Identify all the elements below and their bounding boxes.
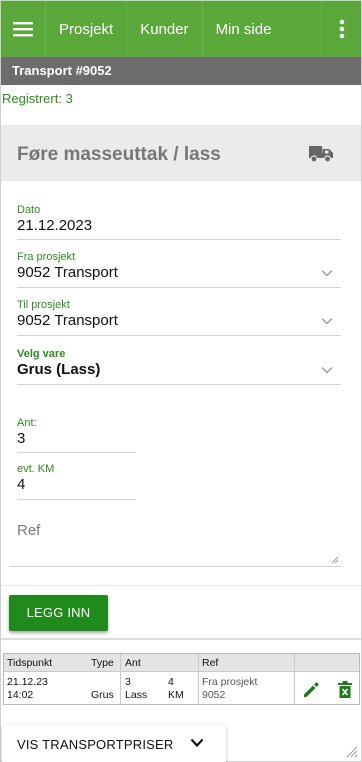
row-km: 4 xyxy=(168,676,174,688)
chevron-down-icon xyxy=(190,738,204,748)
chevron-down-icon xyxy=(321,367,333,374)
nav-item-prosjekt[interactable]: Prosjekt xyxy=(45,1,126,57)
submit-button[interactable]: LEGG INN xyxy=(9,595,108,631)
date-field[interactable]: Dato 21.12.2023 xyxy=(17,204,341,240)
date-label: Dato xyxy=(17,204,41,216)
row-ref-line2: 9052 xyxy=(202,689,226,701)
chevron-down-icon xyxy=(321,270,333,277)
column-divider xyxy=(294,654,295,704)
km-label: evt. KM xyxy=(17,463,55,475)
nav-item-kunder[interactable]: Kunder xyxy=(126,1,201,57)
row-date: 21.12.23 xyxy=(7,676,48,688)
form-divider xyxy=(1,585,361,586)
table-header: Tidspunkt Type Ant Ref xyxy=(4,654,359,672)
row-ref-line1: Fra prosjekt xyxy=(202,676,258,688)
row-km-unit: KM xyxy=(168,689,184,701)
app-frame: Prosjekt Kunder Min side Transport #9052… xyxy=(0,0,362,762)
date-value[interactable]: 21.12.2023 xyxy=(17,217,341,234)
item-select[interactable]: Velg vare Grus (Lass) xyxy=(17,348,341,385)
menu-button[interactable] xyxy=(1,1,45,57)
row-time: 14:02 xyxy=(7,689,34,701)
item-label: Velg vare xyxy=(17,348,66,360)
menu-icon xyxy=(13,22,33,37)
registered-count: Registrert: 3 xyxy=(2,91,73,106)
header-ref: Ref xyxy=(202,657,219,669)
row-qty: 3 xyxy=(125,676,131,688)
top-navigation-bar: Prosjekt Kunder Min side xyxy=(1,1,361,57)
show-prices-toggle[interactable]: VIS TRANSPORTPRISER xyxy=(2,725,226,762)
row-type: Grus xyxy=(91,689,114,701)
show-prices-label: VIS TRANSPORTPRISER xyxy=(17,737,174,752)
km-value[interactable]: 4 xyxy=(17,476,136,493)
row-unit: Lass xyxy=(125,689,148,701)
resize-grip-icon[interactable] xyxy=(331,556,339,564)
quantity-label: Ant: xyxy=(17,417,37,429)
truck-icon xyxy=(309,146,333,163)
item-value: Grus (Lass) xyxy=(17,361,101,378)
to-project-select[interactable]: Til prosjekt 9052 Transport xyxy=(17,299,341,336)
to-project-label: Til prosjekt xyxy=(17,299,70,311)
column-divider xyxy=(120,654,121,704)
resize-grip-icon[interactable] xyxy=(344,744,358,758)
header-time: Tidspunkt xyxy=(7,657,53,669)
ref-placeholder: Ref xyxy=(17,522,41,539)
from-project-value: 9052 Transport xyxy=(17,264,118,281)
form-header: Føre masseuttak / lass xyxy=(1,125,361,181)
delete-icon[interactable] xyxy=(338,681,352,699)
column-divider xyxy=(198,654,199,704)
quantity-field[interactable]: Ant: 3 xyxy=(17,417,136,453)
quantity-value[interactable]: 3 xyxy=(17,430,136,447)
chevron-down-icon xyxy=(321,318,333,325)
page-title: Transport #9052 xyxy=(1,57,361,85)
form-heading: Føre masseuttak / lass xyxy=(17,144,221,165)
from-project-label: Fra prosjekt xyxy=(17,251,76,263)
nav-item-min-side[interactable]: Min side xyxy=(201,1,285,57)
header-type: Type xyxy=(91,657,114,669)
more-vert-icon xyxy=(339,19,344,39)
to-project-value: 9052 Transport xyxy=(17,312,118,329)
header-qty: Ant xyxy=(125,657,141,669)
from-project-select[interactable]: Fra prosjekt 9052 Transport xyxy=(17,251,341,288)
entries-table: Tidspunkt Type Ant Ref 21.12.23 14:02 Gr… xyxy=(3,653,360,705)
pencil-icon[interactable] xyxy=(302,681,320,699)
more-options-button[interactable] xyxy=(321,1,361,57)
section-divider xyxy=(1,638,361,640)
ref-textarea[interactable]: Ref xyxy=(9,514,341,567)
km-field[interactable]: evt. KM 4 xyxy=(17,463,136,500)
